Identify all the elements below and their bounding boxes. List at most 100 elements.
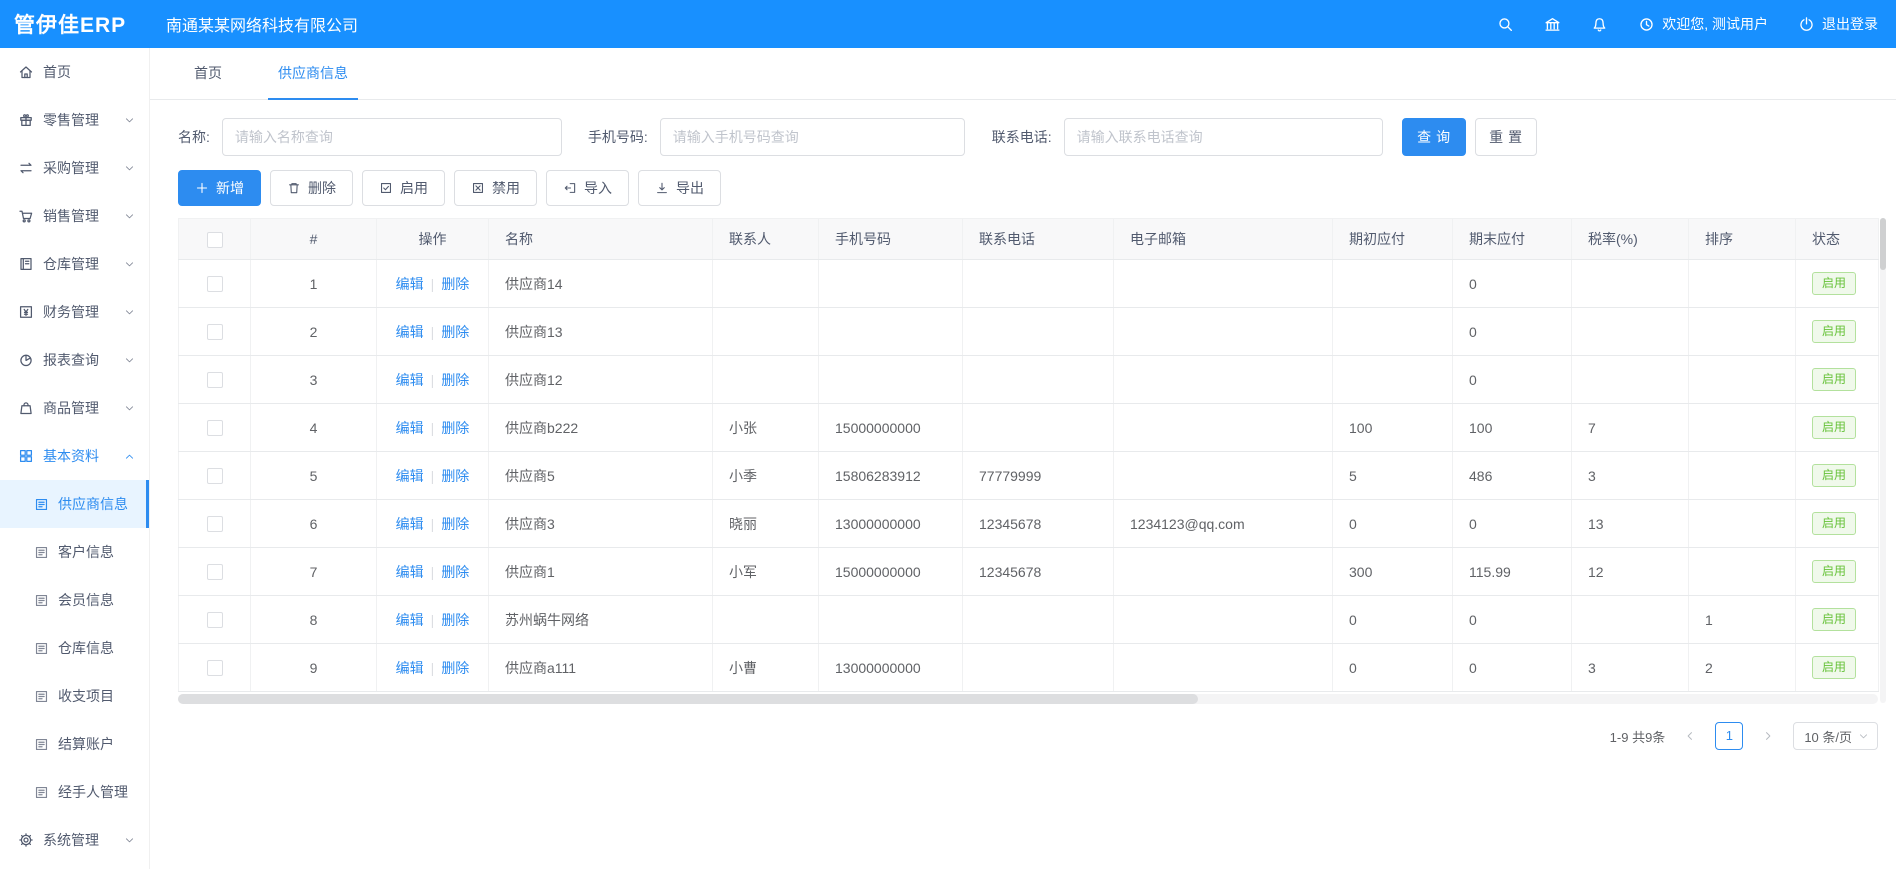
row-cell-closing: 486 bbox=[1453, 452, 1572, 500]
page-number-button[interactable]: 1 bbox=[1715, 722, 1743, 750]
delete-link[interactable]: 删除 bbox=[441, 516, 469, 532]
phone-filter-input[interactable] bbox=[1064, 118, 1383, 156]
bell-icon[interactable] bbox=[1591, 16, 1608, 33]
tab-home[interactable]: 首页 bbox=[184, 48, 232, 99]
delete-link[interactable]: 删除 bbox=[441, 468, 469, 484]
row-checkbox[interactable] bbox=[207, 276, 223, 292]
row-checkbox[interactable] bbox=[207, 324, 223, 340]
logout-button[interactable]: 退出登录 bbox=[1798, 14, 1878, 34]
table-row: 5编辑|删除供应商5小季158062839127777999954863启用 bbox=[179, 452, 1879, 500]
sidebar-item[interactable]: 商品管理 bbox=[0, 384, 149, 432]
name-filter-input[interactable] bbox=[222, 118, 562, 156]
row-checkbox-cell bbox=[179, 500, 251, 548]
row-cell-phone bbox=[963, 596, 1114, 644]
row-checkbox[interactable] bbox=[207, 564, 223, 580]
chevron-down-icon bbox=[124, 835, 135, 846]
welcome-user[interactable]: 欢迎您, 测试用户 bbox=[1638, 14, 1768, 34]
row-cell-email bbox=[1114, 308, 1333, 356]
sidebar-item[interactable]: 仓库管理 bbox=[0, 240, 149, 288]
action-toolbar: 新增删除启用 禁用 导入 导出 bbox=[178, 170, 1878, 206]
toolbar-button-label: 禁用 bbox=[492, 178, 520, 198]
tab-bar: 首页供应商信息 bbox=[150, 48, 1896, 100]
sidebar-item[interactable]: 基本资料 bbox=[0, 432, 149, 480]
sidebar-item[interactable]: 采购管理 bbox=[0, 144, 149, 192]
row-checkbox-cell bbox=[179, 260, 251, 308]
page-size-select[interactable]: 10 条/页 bbox=[1793, 722, 1878, 750]
import-button[interactable]: 导入 bbox=[546, 170, 629, 206]
delete-link[interactable]: 删除 bbox=[441, 324, 469, 340]
sidebar-subitem[interactable]: 结算账户 bbox=[0, 720, 149, 768]
row-checkbox[interactable] bbox=[207, 660, 223, 676]
table-row: 7编辑|删除供应商1小军1500000000012345678300115.99… bbox=[179, 548, 1879, 596]
row-cell-email: 1234123@qq.com bbox=[1114, 500, 1333, 548]
row-cell-num: 1 bbox=[251, 260, 377, 308]
sidebar-item[interactable]: 首页 bbox=[0, 48, 149, 96]
toolbar-button-label: 导出 bbox=[676, 178, 704, 198]
action-separator: | bbox=[431, 324, 435, 340]
search-icon[interactable] bbox=[1497, 16, 1514, 33]
delete-link[interactable]: 删除 bbox=[441, 276, 469, 292]
enable-button[interactable]: 启用 bbox=[362, 170, 445, 206]
row-status-cell: 启用 bbox=[1796, 452, 1879, 500]
sidebar-subitem[interactable]: 客户信息 bbox=[0, 528, 149, 576]
status-badge: 启用 bbox=[1812, 272, 1856, 296]
reset-button[interactable]: 重置 bbox=[1475, 118, 1537, 156]
edit-link[interactable]: 编辑 bbox=[396, 612, 424, 628]
next-page-button[interactable] bbox=[1755, 723, 1781, 749]
sidebar-subitem[interactable]: 经手人管理 bbox=[0, 768, 149, 816]
edit-link[interactable]: 编辑 bbox=[396, 660, 424, 676]
row-checkbox[interactable] bbox=[207, 612, 223, 628]
search-button[interactable]: 查询 bbox=[1402, 118, 1466, 156]
row-cell-mobile: 13000000000 bbox=[819, 500, 963, 548]
horizontal-scrollbar[interactable] bbox=[178, 694, 1878, 704]
edit-link[interactable]: 编辑 bbox=[396, 468, 424, 484]
tab-supplier-info[interactable]: 供应商信息 bbox=[268, 48, 358, 99]
name-filter-label: 名称: bbox=[178, 127, 210, 147]
sidebar-item[interactable]: 报表查询 bbox=[0, 336, 149, 384]
prev-page-button[interactable] bbox=[1677, 723, 1703, 749]
edit-link[interactable]: 编辑 bbox=[396, 372, 424, 388]
sidebar-item[interactable]: 系统管理 bbox=[0, 816, 149, 864]
edit-link[interactable]: 编辑 bbox=[396, 564, 424, 580]
sidebar-item-label: 仓库管理 bbox=[43, 254, 124, 274]
sidebar-item-label: 报表查询 bbox=[43, 350, 124, 370]
delete-link[interactable]: 删除 bbox=[441, 660, 469, 676]
row-checkbox[interactable] bbox=[207, 468, 223, 484]
sidebar-subitem[interactable]: 仓库信息 bbox=[0, 624, 149, 672]
sidebar-subitem[interactable]: 收支项目 bbox=[0, 672, 149, 720]
vertical-scrollbar[interactable] bbox=[1880, 218, 1886, 703]
status-badge: 启用 bbox=[1812, 368, 1856, 392]
export-button[interactable]: 导出 bbox=[638, 170, 721, 206]
edit-link[interactable]: 编辑 bbox=[396, 420, 424, 436]
mobile-filter-input[interactable] bbox=[660, 118, 965, 156]
row-checkbox[interactable] bbox=[207, 420, 223, 436]
bank-icon[interactable] bbox=[1544, 16, 1561, 33]
edit-link[interactable]: 编辑 bbox=[396, 516, 424, 532]
status-badge: 启用 bbox=[1812, 512, 1856, 536]
row-cell-mobile bbox=[819, 356, 963, 404]
edit-link[interactable]: 编辑 bbox=[396, 324, 424, 340]
row-checkbox[interactable] bbox=[207, 372, 223, 388]
row-cell-sort bbox=[1689, 356, 1796, 404]
delete-link[interactable]: 删除 bbox=[441, 612, 469, 628]
row-status-cell: 启用 bbox=[1796, 548, 1879, 596]
sidebar-item[interactable]: 销售管理 bbox=[0, 192, 149, 240]
delete-link[interactable]: 删除 bbox=[441, 564, 469, 580]
sidebar-item[interactable]: 零售管理 bbox=[0, 96, 149, 144]
sidebar-item[interactable]: 财务管理 bbox=[0, 288, 149, 336]
edit-link[interactable]: 编辑 bbox=[396, 276, 424, 292]
add-button[interactable]: 新增 bbox=[178, 170, 261, 206]
horizontal-scrollbar-thumb[interactable] bbox=[178, 694, 1198, 704]
row-cell-sort bbox=[1689, 500, 1796, 548]
select-all-checkbox[interactable] bbox=[207, 232, 223, 248]
sidebar-subitem[interactable]: 供应商信息 bbox=[0, 480, 149, 528]
delete-link[interactable]: 删除 bbox=[441, 420, 469, 436]
sidebar-item-label: 销售管理 bbox=[43, 206, 124, 226]
vertical-scrollbar-thumb[interactable] bbox=[1880, 218, 1886, 270]
delete-button[interactable]: 删除 bbox=[270, 170, 353, 206]
delete-link[interactable]: 删除 bbox=[441, 372, 469, 388]
sidebar-subitem[interactable]: 会员信息 bbox=[0, 576, 149, 624]
disable-button[interactable]: 禁用 bbox=[454, 170, 537, 206]
sidebar-subitem-label: 收支项目 bbox=[58, 686, 114, 706]
row-checkbox[interactable] bbox=[207, 516, 223, 532]
